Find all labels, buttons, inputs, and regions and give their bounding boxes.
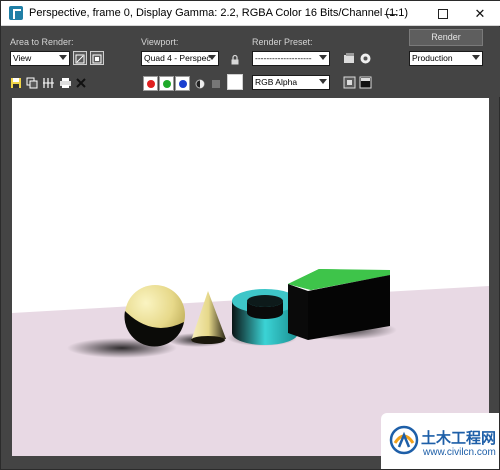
minimize-icon: — <box>384 6 398 21</box>
chevron-down-icon <box>208 55 216 60</box>
viewport-value: Quad 4 - Perspec <box>144 53 211 63</box>
render-setup-icon[interactable] <box>343 52 355 64</box>
toggle-ui-icon[interactable] <box>359 76 372 89</box>
lock-icon[interactable] <box>229 53 241 65</box>
rendered-scene <box>12 98 489 456</box>
render-preset-label: Render Preset: <box>252 37 313 47</box>
chevron-down-icon <box>319 55 327 60</box>
clone-frame-icon[interactable] <box>42 76 54 88</box>
channel-display-value: RGB Alpha <box>255 77 298 87</box>
sphere <box>124 285 185 347</box>
copy-image-icon[interactable] <box>26 76 38 89</box>
viewport-dropdown[interactable]: Quad 4 - Perspec <box>141 51 219 66</box>
title-bar: Perspective, frame 0, Display Gamma: 2.2… <box>1 1 500 26</box>
view-channel-icon[interactable] <box>343 76 356 89</box>
production-dropdown[interactable]: Production <box>409 51 483 66</box>
monochrome-icon[interactable] <box>210 77 222 89</box>
edit-region-icon[interactable] <box>73 51 87 65</box>
background-color-swatch[interactable] <box>227 74 243 90</box>
red-channel-toggle[interactable] <box>143 76 158 91</box>
maximize-icon <box>438 8 448 19</box>
chevron-down-icon <box>59 55 67 60</box>
print-icon[interactable] <box>59 76 71 88</box>
viewport-label: Viewport: <box>141 37 179 47</box>
close-icon: ✕ <box>474 5 486 21</box>
channel-display-dropdown[interactable]: RGB Alpha <box>252 75 330 90</box>
blue-channel-icon <box>178 79 187 88</box>
save-image-icon[interactable] <box>10 76 22 88</box>
area-to-render-label: Area to Render: <box>10 37 74 47</box>
green-channel-icon <box>162 79 171 88</box>
production-value: Production <box>412 53 453 63</box>
watermark-url: www.civilcn.com <box>423 447 496 458</box>
render-toolbar: Area to Render: Viewport: Render Preset:… <box>1 27 500 97</box>
watermark-name: 土木工程网 <box>421 430 497 447</box>
close-button[interactable]: ✕ <box>459 1 500 26</box>
red-channel-icon <box>146 79 155 88</box>
watermark-badge: 土木工程网 www.civilcn.com <box>381 413 499 469</box>
chevron-down-icon <box>319 79 327 84</box>
render-preset-value: -------------------- <box>255 53 312 63</box>
environment-icon[interactable] <box>359 52 371 64</box>
app-icon <box>9 6 23 20</box>
civilcn-logo-icon <box>389 425 419 455</box>
area-to-render-dropdown[interactable]: View <box>10 51 70 66</box>
alpha-channel-icon[interactable] <box>194 77 206 89</box>
rendered-frame-window: Perspective, frame 0, Display Gamma: 2.2… <box>0 0 500 470</box>
render-button[interactable]: Render <box>409 29 483 46</box>
minimize-button[interactable]: — <box>369 1 413 26</box>
area-to-render-value: View <box>13 53 32 63</box>
chevron-down-icon <box>472 55 480 60</box>
blue-channel-toggle[interactable] <box>175 76 190 91</box>
clear-icon[interactable] <box>75 76 87 88</box>
green-channel-toggle[interactable] <box>159 76 174 91</box>
window-title: Perspective, frame 0, Display Gamma: 2.2… <box>29 7 409 19</box>
auto-region-icon[interactable] <box>90 51 104 65</box>
render-preset-dropdown[interactable]: -------------------- <box>252 51 330 66</box>
render-viewport[interactable] <box>12 98 489 456</box>
